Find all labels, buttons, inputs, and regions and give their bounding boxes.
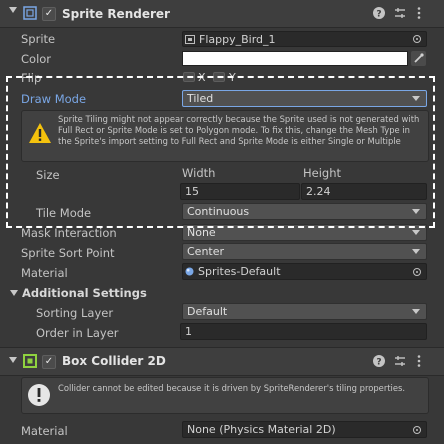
- info-icon: [28, 384, 50, 406]
- presets-icon[interactable]: [393, 354, 407, 368]
- sprite-sort-point-label: Sprite Sort Point: [21, 246, 115, 260]
- chevron-down-icon: [412, 96, 420, 101]
- sorting-layer-label: Sorting Layer: [36, 306, 114, 320]
- material-sphere-icon: [185, 267, 194, 276]
- more-options-icon[interactable]: [415, 6, 423, 20]
- mask-interaction-value: None: [187, 226, 216, 239]
- tile-mode-dropdown[interactable]: Continuous: [182, 203, 427, 220]
- tiling-warning-text: Sprite Tiling might not appear correctly…: [58, 114, 420, 146]
- sprite-renderer-icon: [23, 6, 37, 20]
- flip-label: Flip: [21, 71, 42, 85]
- sprite-renderer-title: Sprite Renderer: [62, 7, 170, 21]
- sprite-field[interactable]: Flappy_Bird_1: [182, 31, 427, 47]
- width-label: Width: [182, 166, 216, 180]
- box-collider-enabled-checkbox[interactable]: ✓: [42, 355, 56, 369]
- additional-settings-title[interactable]: Additional Settings: [22, 286, 147, 300]
- tile-mode-value: Continuous: [187, 205, 250, 218]
- size-width-value: 15: [185, 185, 199, 198]
- material-label: Material: [21, 266, 68, 280]
- flip-x-checkbox[interactable]: [183, 72, 195, 82]
- chevron-down-icon: [412, 309, 420, 314]
- size-width-input[interactable]: 15: [180, 183, 300, 200]
- height-label: Height: [303, 166, 342, 180]
- collider-material-field[interactable]: None (Physics Material 2D): [182, 421, 427, 438]
- box-collider-title: Box Collider 2D: [62, 354, 166, 368]
- color-swatch[interactable]: [182, 51, 408, 66]
- additional-settings-foldout-icon[interactable]: [10, 290, 18, 296]
- sorting-layer-dropdown[interactable]: Default: [182, 303, 427, 320]
- collider-material-picker-icon[interactable]: [413, 426, 421, 434]
- flip-x-label: X: [198, 71, 206, 84]
- draw-mode-value: Tiled: [187, 92, 214, 105]
- size-height-input[interactable]: 2.24: [301, 183, 427, 200]
- material-field[interactable]: Sprites-Default: [182, 263, 427, 280]
- help-icon[interactable]: ?: [372, 6, 386, 20]
- presets-icon[interactable]: [393, 6, 407, 20]
- chevron-down-icon: [412, 249, 420, 254]
- sprite-field-value: Flappy_Bird_1: [199, 33, 276, 46]
- size-height-value: 2.24: [306, 185, 331, 198]
- order-in-layer-label: Order in Layer: [36, 326, 119, 340]
- sprite-asset-icon: [185, 35, 195, 44]
- chevron-down-icon: [412, 230, 420, 235]
- order-in-layer-input[interactable]: 1: [180, 323, 427, 340]
- mask-interaction-dropdown[interactable]: None: [182, 224, 427, 241]
- draw-mode-label: Draw Mode: [21, 92, 87, 106]
- color-label: Color: [21, 52, 52, 66]
- collapse-arrow-icon[interactable]: [9, 357, 17, 363]
- collider-info-text: Collider cannot be edited because it is …: [58, 383, 406, 393]
- svg-text:?: ?: [376, 10, 381, 20]
- sprite-renderer-enabled-checkbox[interactable]: ✓: [42, 7, 56, 21]
- material-object-picker-icon[interactable]: [413, 268, 421, 276]
- draw-mode-dropdown[interactable]: Tiled: [182, 90, 427, 107]
- help-icon[interactable]: ?: [372, 354, 386, 368]
- collapse-arrow-icon[interactable]: [9, 7, 17, 13]
- more-options-icon[interactable]: [415, 354, 423, 368]
- mask-interaction-label: Mask Interaction: [21, 226, 117, 240]
- sprite-object-picker-icon[interactable]: [413, 35, 421, 43]
- box-collider-icon: [23, 354, 37, 368]
- size-label: Size: [36, 168, 60, 182]
- collider-material-label: Material: [21, 424, 68, 438]
- warning-icon: [29, 123, 51, 143]
- sprite-sort-point-value: Center: [187, 245, 225, 258]
- svg-text:?: ?: [376, 358, 381, 368]
- sprite-label: Sprite: [21, 32, 56, 46]
- sorting-layer-value: Default: [187, 305, 228, 318]
- material-value: Sprites-Default: [198, 265, 281, 278]
- eyedropper-icon[interactable]: [411, 51, 426, 66]
- tile-mode-label: Tile Mode: [36, 206, 92, 220]
- sprite-sort-point-dropdown[interactable]: Center: [182, 243, 427, 260]
- flip-y-label: Y: [229, 71, 236, 84]
- collider-material-value: None (Physics Material 2D): [187, 423, 336, 436]
- chevron-down-icon: [412, 209, 420, 214]
- flip-y-checkbox[interactable]: [213, 72, 225, 82]
- order-in-layer-value: 1: [185, 325, 192, 338]
